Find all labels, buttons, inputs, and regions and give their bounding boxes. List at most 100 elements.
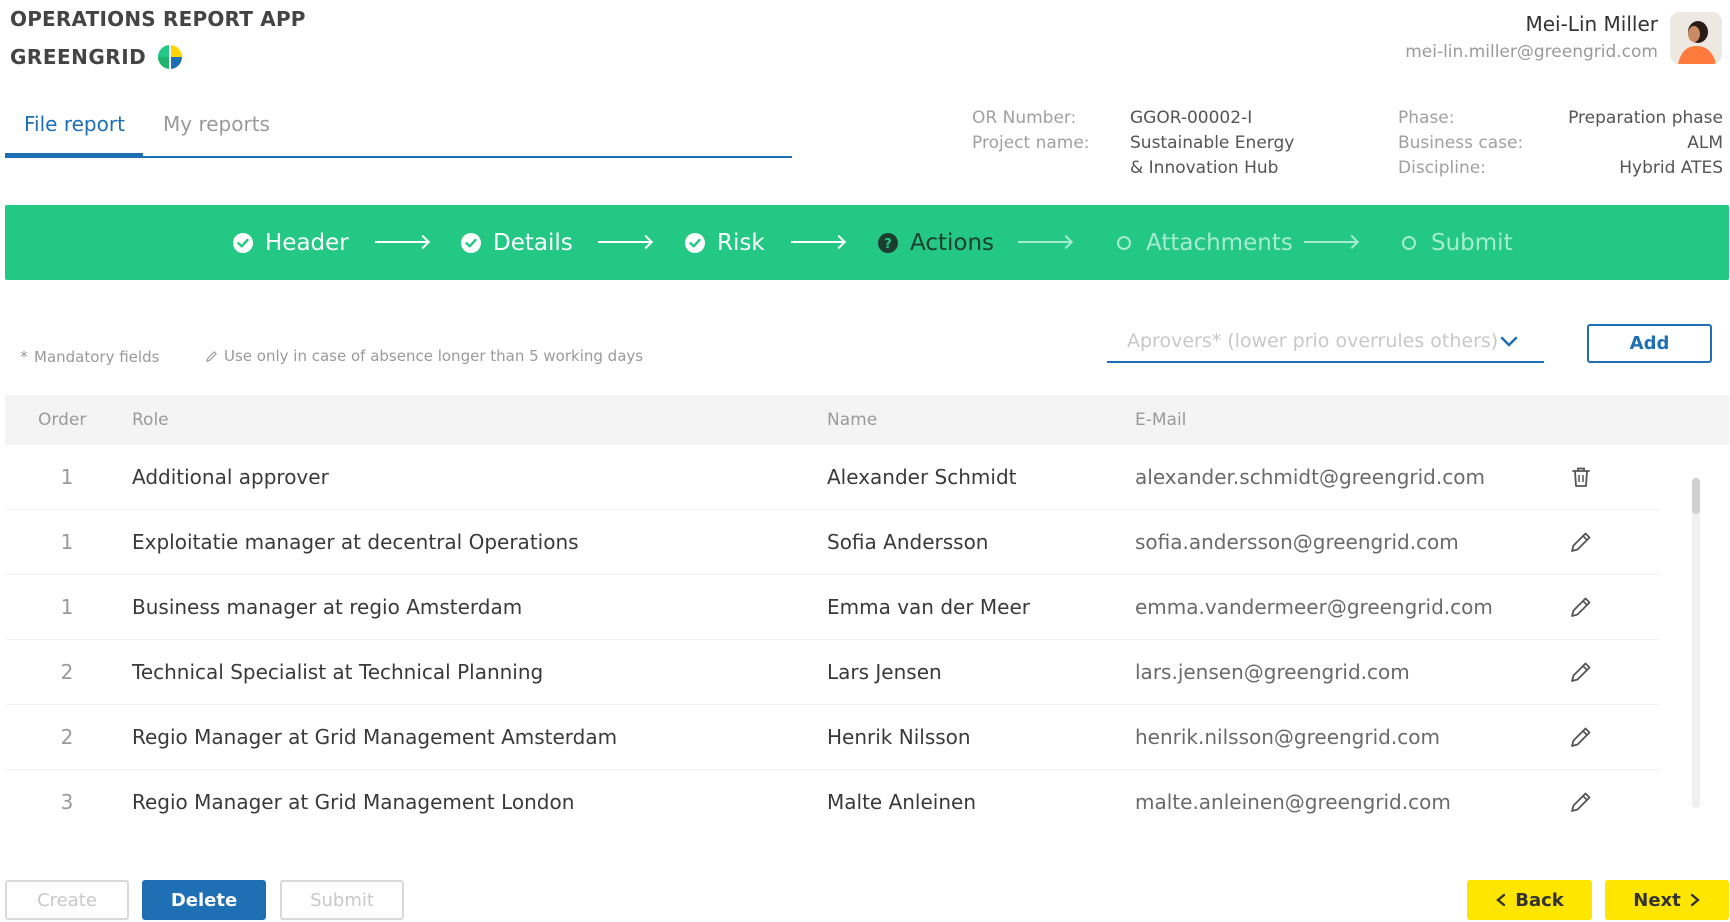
greengrid-logo-icon: [158, 45, 183, 69]
table-row: 1 Additional approver Alexander Schmidt …: [5, 445, 1660, 510]
absence-hint: Use only in case of absence longer than …: [205, 347, 643, 365]
cell-name: Alexander Schmidt: [827, 465, 1017, 489]
step-label: Submit: [1431, 229, 1513, 256]
step-arrow-icon: [1018, 241, 1070, 243]
user-email: mei-lin.miller@greengrid.com: [1405, 42, 1658, 62]
create-button[interactable]: Create: [5, 880, 129, 920]
business-case-label: Business case:: [1398, 133, 1524, 153]
report-meta-values-left: GGOR-00002-I Sustainable Energy & Innova…: [1130, 106, 1294, 181]
cell-order: 2: [60, 660, 74, 684]
report-meta-labels-left: OR Number: Project name:: [972, 106, 1090, 156]
table-row: 2 Technical Specialist at Technical Plan…: [5, 640, 1660, 705]
step-risk[interactable]: Risk: [685, 205, 765, 280]
back-button[interactable]: Back: [1467, 880, 1592, 920]
pencil-icon[interactable]: [1568, 594, 1594, 620]
step-actions[interactable]: ? Actions: [878, 205, 994, 280]
step-label: Risk: [717, 229, 765, 256]
report-tabs: File report My reports: [5, 100, 792, 158]
cell-email: henrik.nilsson@greengrid.com: [1135, 725, 1440, 749]
brand-name: GREENGRID: [10, 45, 147, 69]
trash-icon[interactable]: [1568, 464, 1594, 490]
table-scrollbar[interactable]: [1692, 478, 1700, 808]
cell-order: 3: [60, 790, 74, 814]
cell-order: 2: [60, 725, 74, 749]
pencil-icon[interactable]: [1568, 724, 1594, 750]
or-number-value: GGOR-00002-I: [1130, 108, 1253, 128]
step-header[interactable]: Header: [233, 205, 349, 280]
report-meta-labels-right: Phase: Business case: Discipline:: [1398, 106, 1523, 181]
next-button[interactable]: Next: [1605, 880, 1729, 920]
approvers-select[interactable]: Aprovers* (lower prio overrules others): [1107, 325, 1544, 363]
chevron-right-icon: [1690, 893, 1700, 907]
step-label: Header: [265, 229, 349, 256]
scrollbar-thumb[interactable]: [1692, 478, 1700, 514]
cell-order: 1: [60, 465, 74, 489]
project-name-value-line2: & Innovation Hub: [1130, 158, 1279, 178]
column-header-email: E-Mail: [1135, 410, 1187, 430]
back-button-label: Back: [1515, 889, 1564, 911]
tab-my-reports[interactable]: My reports: [163, 112, 270, 136]
table-row: 2 Regio Manager at Grid Management Amste…: [5, 705, 1660, 770]
pencil-icon[interactable]: [1568, 789, 1594, 815]
table-row: 1 Business manager at regio Amsterdam Em…: [5, 575, 1660, 640]
tab-file-report[interactable]: File report: [5, 112, 143, 158]
cell-role: Regio Manager at Grid Management Amsterd…: [132, 725, 618, 749]
pencil-icon[interactable]: [1568, 529, 1594, 555]
svg-text:?: ?: [884, 237, 892, 252]
business-case-value: ALM: [1687, 133, 1723, 153]
mandatory-hint: * Mandatory fields: [20, 347, 159, 366]
phase-value: Preparation phase: [1568, 108, 1723, 128]
discipline-value: Hybrid ATES: [1619, 158, 1723, 178]
approvers-table-body: 1 Additional approver Alexander Schmidt …: [5, 445, 1660, 815]
delete-button[interactable]: Delete: [142, 880, 266, 920]
cell-role: Regio Manager at Grid Management London: [132, 790, 575, 814]
table-row: 3 Regio Manager at Grid Management Londo…: [5, 770, 1660, 815]
pencil-icon: [205, 350, 217, 362]
help-circle-icon: ?: [878, 232, 898, 253]
phase-label: Phase:: [1398, 108, 1455, 128]
check-circle-icon: [461, 232, 481, 253]
user-name: Mei-Lin Miller: [1525, 12, 1658, 36]
check-circle-icon: [233, 232, 253, 253]
cell-email: lars.jensen@greengrid.com: [1135, 660, 1410, 684]
cell-role: Business manager at regio Amsterdam: [132, 595, 523, 619]
project-name-label: Project name:: [972, 133, 1090, 153]
cell-role: Technical Specialist at Technical Planni…: [132, 660, 544, 684]
next-button-label: Next: [1633, 889, 1681, 911]
step-arrow-icon: [375, 241, 427, 243]
absence-hint-text: Use only in case of absence longer than …: [224, 347, 644, 365]
avatar-image: [1670, 12, 1722, 64]
cell-name: Malte Anleinen: [827, 790, 977, 814]
cell-email: alexander.schmidt@greengrid.com: [1135, 465, 1485, 489]
chevron-down-icon: [1500, 336, 1518, 347]
cell-name: Lars Jensen: [827, 660, 942, 684]
step-attachments[interactable]: Attachments: [1114, 205, 1293, 280]
step-label: Attachments: [1146, 229, 1293, 256]
column-header-role: Role: [132, 410, 169, 430]
cell-order: 1: [60, 530, 74, 554]
pencil-icon[interactable]: [1568, 659, 1594, 685]
step-arrow-icon: [791, 241, 843, 243]
submit-button[interactable]: Submit: [280, 880, 404, 920]
asterisk-icon: *: [20, 347, 28, 366]
table-row: 1 Exploitatie manager at decentral Opera…: [5, 510, 1660, 575]
cell-order: 1: [60, 595, 74, 619]
cell-name: Sofia Andersson: [827, 530, 989, 554]
app-title: OPERATIONS REPORT APP: [10, 7, 306, 31]
user-info: Mei-Lin Miller mei-lin.miller@greengrid.…: [1405, 12, 1658, 62]
cell-role: Exploitatie manager at decentral Operati…: [132, 530, 579, 554]
progress-stepper: Header Details Risk ? Actions Attachment…: [5, 205, 1729, 280]
avatar[interactable]: [1670, 12, 1722, 64]
add-approver-button[interactable]: Add: [1587, 324, 1712, 363]
step-label: Actions: [910, 229, 995, 256]
step-submit[interactable]: Submit: [1399, 205, 1513, 280]
empty-circle-icon: [1402, 235, 1416, 250]
cell-email: emma.vandermeer@greengrid.com: [1135, 595, 1493, 619]
brand: GREENGRID: [10, 45, 183, 69]
cell-role: Additional approver: [132, 465, 329, 489]
cell-email: malte.anleinen@greengrid.com: [1135, 790, 1451, 814]
step-arrow-icon: [598, 241, 650, 243]
approvers-select-placeholder: Aprovers* (lower prio overrules others): [1127, 330, 1499, 352]
step-details[interactable]: Details: [461, 205, 573, 280]
cell-email: sofia.andersson@greengrid.com: [1135, 530, 1459, 554]
